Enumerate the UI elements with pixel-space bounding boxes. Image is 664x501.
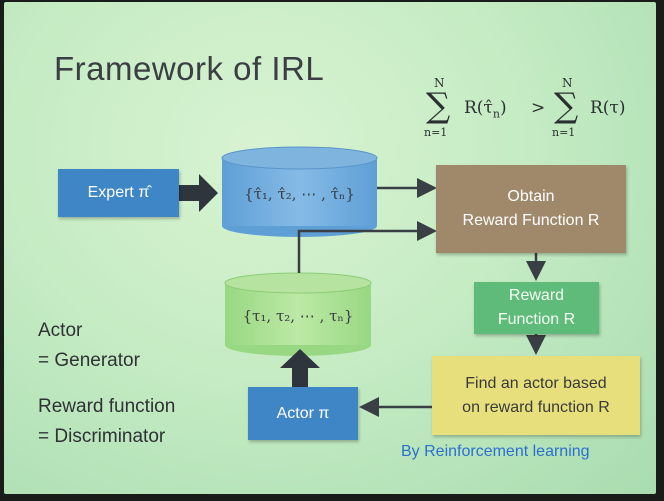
find-line-2: on reward function R [462,398,610,416]
obtain-line-1: Obtain [507,188,555,205]
actor-data-arrow [297,221,437,273]
find-actor-box: Find an actor based on reward function R [432,356,640,435]
slide: Framework of IRL N ∑ n=1 R(τ̂n) > N ∑ n=… [4,2,656,494]
reward-function-box: Reward Function R [474,282,599,334]
actor-note-label: Actor [38,320,83,341]
actor-note-eq: = Generator [38,350,140,371]
actor-box: Actor π [248,387,358,440]
reward-line-1: Reward [508,287,565,304]
expert-box-label: Expert π̂ [87,184,150,201]
actor-trajectories-label: {τ₁, τ₂, ⋯ , τₙ} [242,307,354,325]
obtain-line-2: Reward Function R [462,212,600,229]
obtain-reward-box: Obtain Reward Function R [436,165,626,253]
reward-note-eq: = Discriminator [38,426,166,447]
actor-box-label: Actor π [276,404,330,422]
expert-trajectories-label: {τ̂₁, τ̂₂, ⋯ , τ̂ₙ} [244,185,355,203]
reinforcement-learning-note: By Reinforcement learning [401,443,590,460]
reward-line-2: Function R [497,311,576,328]
reward-note-label: Reward function [38,396,176,417]
expert-to-trajectories-arrow [179,174,218,212]
find-line-1: Find an actor based [465,374,607,392]
expert-box: Expert π̂ [58,169,179,217]
